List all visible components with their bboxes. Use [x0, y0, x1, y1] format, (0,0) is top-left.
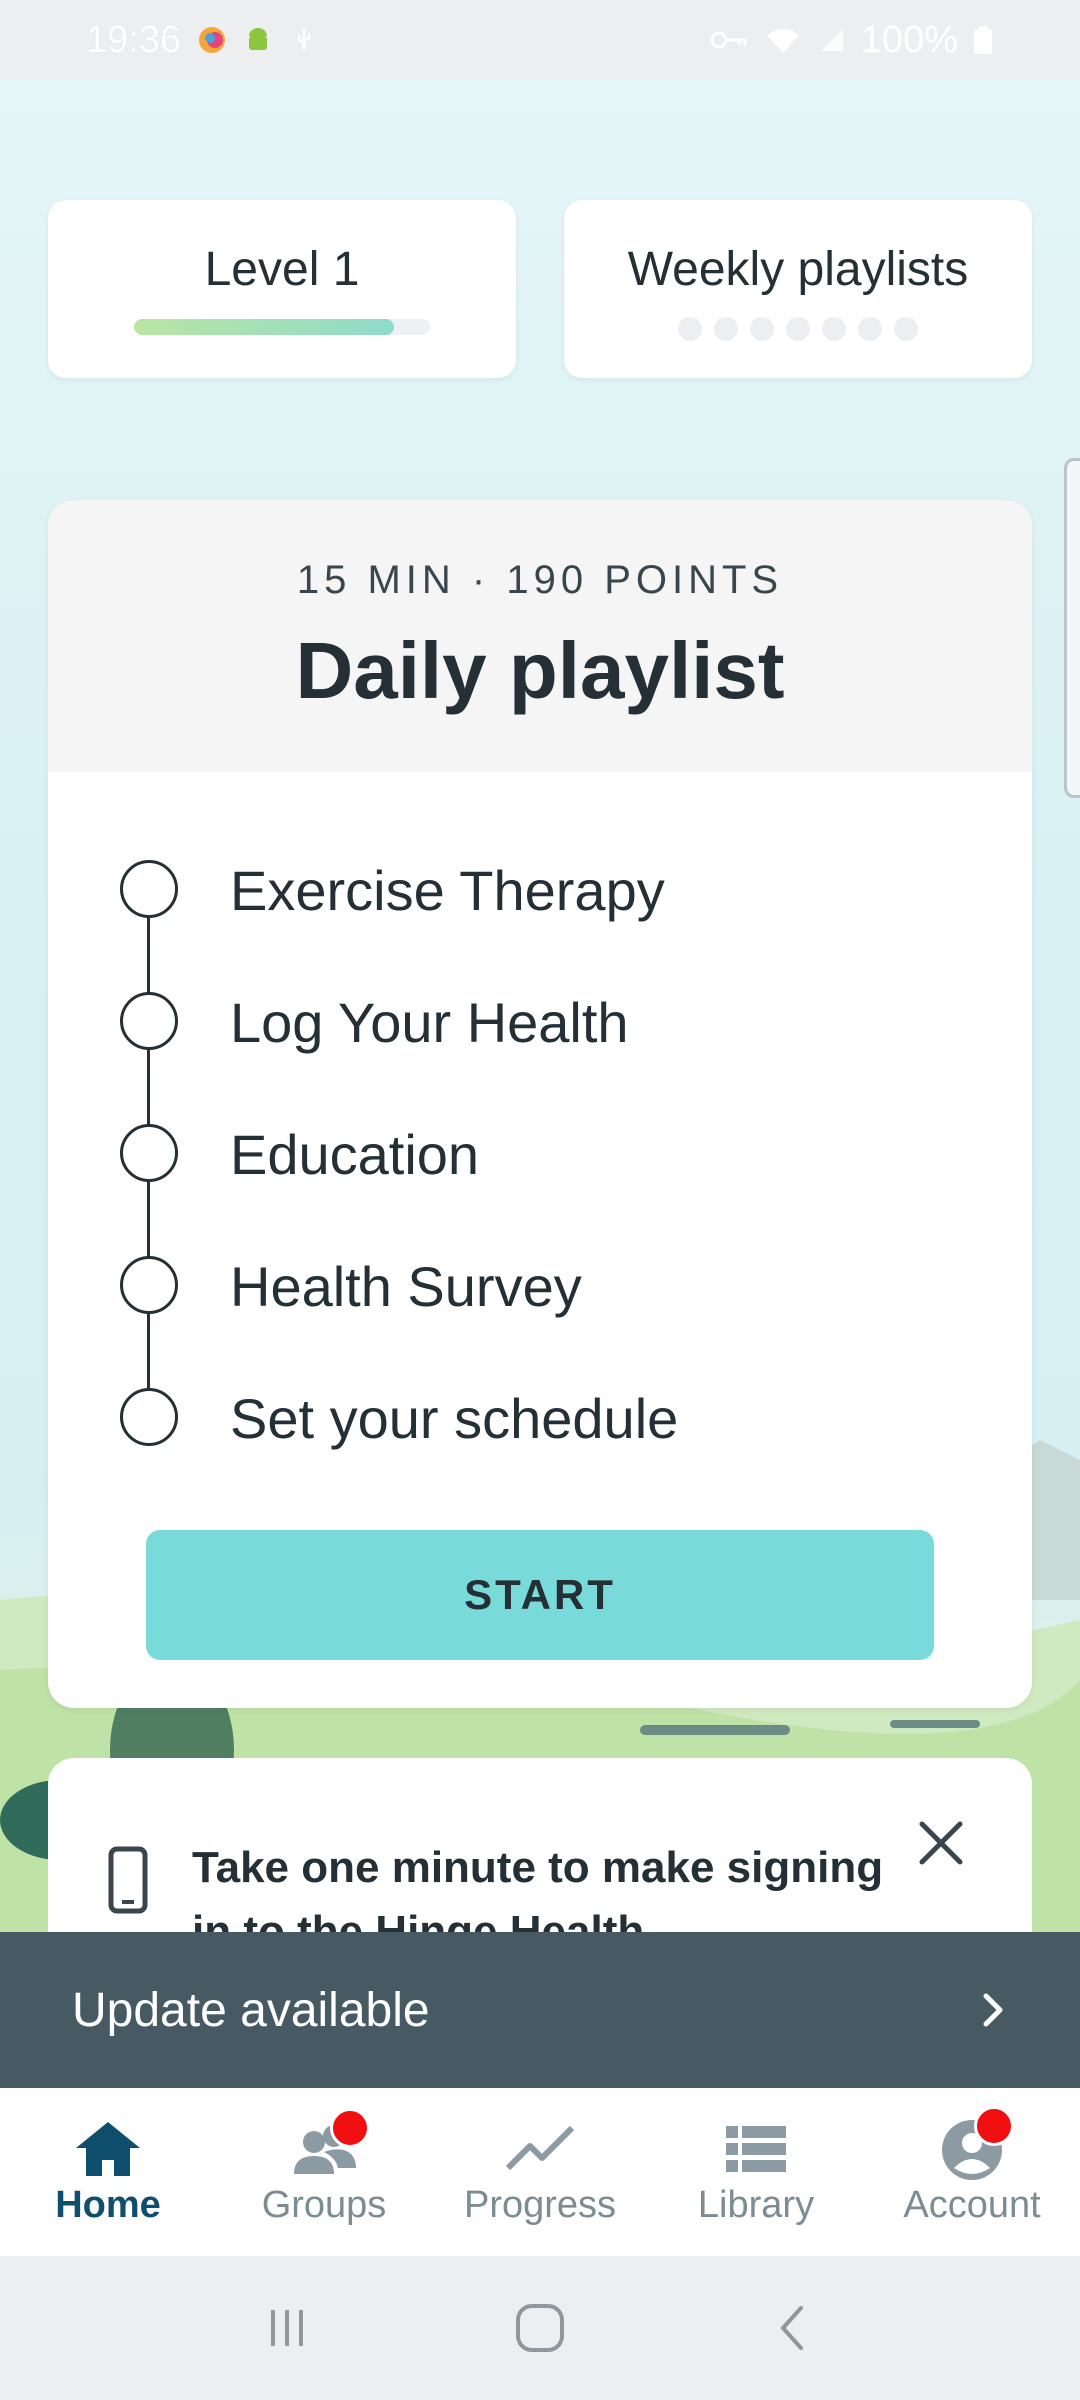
phone-icon: [108, 1846, 148, 1914]
step-label: Education: [230, 1123, 480, 1186]
level-title: Level 1: [204, 243, 360, 296]
home-button-icon[interactable]: [510, 2298, 570, 2358]
step-incomplete-circle-icon: [120, 1124, 178, 1182]
system-navigation-bar: [0, 2256, 1080, 2400]
weekly-playlists-card[interactable]: Weekly playlists: [564, 200, 1032, 378]
battery-icon: [974, 26, 992, 54]
step-label: Health Survey: [230, 1255, 582, 1318]
step-label: Exercise Therapy: [230, 859, 665, 922]
library-icon: [726, 2126, 786, 2172]
bottom-navigation: Home Groups Progress Library Account: [0, 2088, 1080, 2256]
app-notification-icon: [199, 27, 226, 53]
nav-label-groups: Groups: [261, 2184, 387, 2226]
step-incomplete-circle-icon: [120, 992, 178, 1050]
chevron-right-icon: [983, 1993, 1003, 2027]
status-bar: 19:36 100%: [0, 0, 1080, 80]
nav-item-account[interactable]: Account: [864, 2088, 1080, 2256]
playlist-title: Daily playlist: [295, 626, 785, 715]
usb-icon: [297, 28, 311, 50]
weekly-playlists-title: Weekly playlists: [627, 243, 969, 296]
status-time: 19:36: [86, 18, 182, 61]
step-incomplete-circle-icon: [120, 860, 178, 918]
level-progress-fill: [134, 319, 395, 335]
nav-label-library: Library: [697, 2184, 815, 2226]
update-banner-label: Update available: [72, 1983, 430, 2037]
weekly-progress-dot: [894, 317, 918, 341]
weekly-progress-dot: [678, 317, 702, 341]
weekly-progress-dot: [858, 317, 882, 341]
level-progress-bar: [134, 319, 430, 335]
side-panel-handle[interactable]: [1064, 458, 1080, 798]
level-card[interactable]: Level 1: [48, 200, 516, 378]
playlist-step-set-your-schedule[interactable]: Set your schedule: [48, 1387, 1032, 1520]
weekly-progress-dot: [786, 317, 810, 341]
update-available-banner[interactable]: Update available: [0, 1932, 1080, 2088]
vpn-key-icon: [710, 31, 747, 49]
step-label: Set your schedule: [230, 1387, 679, 1450]
nav-item-progress[interactable]: Progress: [432, 2088, 648, 2256]
playlist-steps: Exercise Therapy Log Your Health Educati…: [48, 772, 1032, 1520]
daily-playlist-card: 15 MIN · 190 POINTS Daily playlist Exerc…: [48, 500, 1032, 1708]
weekly-progress-dots: [678, 317, 918, 341]
playlist-step-exercise-therapy[interactable]: Exercise Therapy: [48, 859, 1032, 992]
nav-item-groups[interactable]: Groups: [216, 2088, 432, 2256]
playlist-step-log-your-health[interactable]: Log Your Health: [48, 991, 1032, 1124]
back-icon[interactable]: [763, 2298, 823, 2358]
groups-notification-badge: [330, 2108, 370, 2148]
weekly-progress-dot: [822, 317, 846, 341]
nav-item-library[interactable]: Library: [648, 2088, 864, 2256]
playlist-meta: 15 MIN · 190 POINTS: [296, 558, 784, 602]
android-icon: [249, 28, 268, 50]
weekly-progress-dot: [750, 317, 774, 341]
playlist-step-health-survey[interactable]: Health Survey: [48, 1255, 1032, 1388]
playlist-step-education[interactable]: Education: [48, 1123, 1032, 1256]
nav-label-account: Account: [903, 2184, 1041, 2226]
start-button[interactable]: START: [146, 1530, 934, 1660]
progress-icon: [505, 2125, 575, 2171]
signal-icon: [820, 29, 843, 51]
weekly-progress-dot: [714, 317, 738, 341]
wifi-icon: [766, 29, 799, 53]
battery-percent: 100%: [860, 18, 958, 61]
nav-label-home: Home: [55, 2184, 161, 2226]
nav-item-home[interactable]: Home: [0, 2088, 216, 2256]
recent-apps-icon[interactable]: [257, 2298, 317, 2358]
account-notification-badge: [974, 2106, 1014, 2146]
step-incomplete-circle-icon: [120, 1388, 178, 1446]
close-icon[interactable]: [916, 1818, 966, 1868]
step-incomplete-circle-icon: [120, 1256, 178, 1314]
home-icon: [76, 2122, 140, 2176]
nav-label-progress: Progress: [463, 2184, 617, 2226]
step-label: Log Your Health: [230, 991, 629, 1054]
playlist-header: 15 MIN · 190 POINTS Daily playlist: [48, 500, 1032, 772]
